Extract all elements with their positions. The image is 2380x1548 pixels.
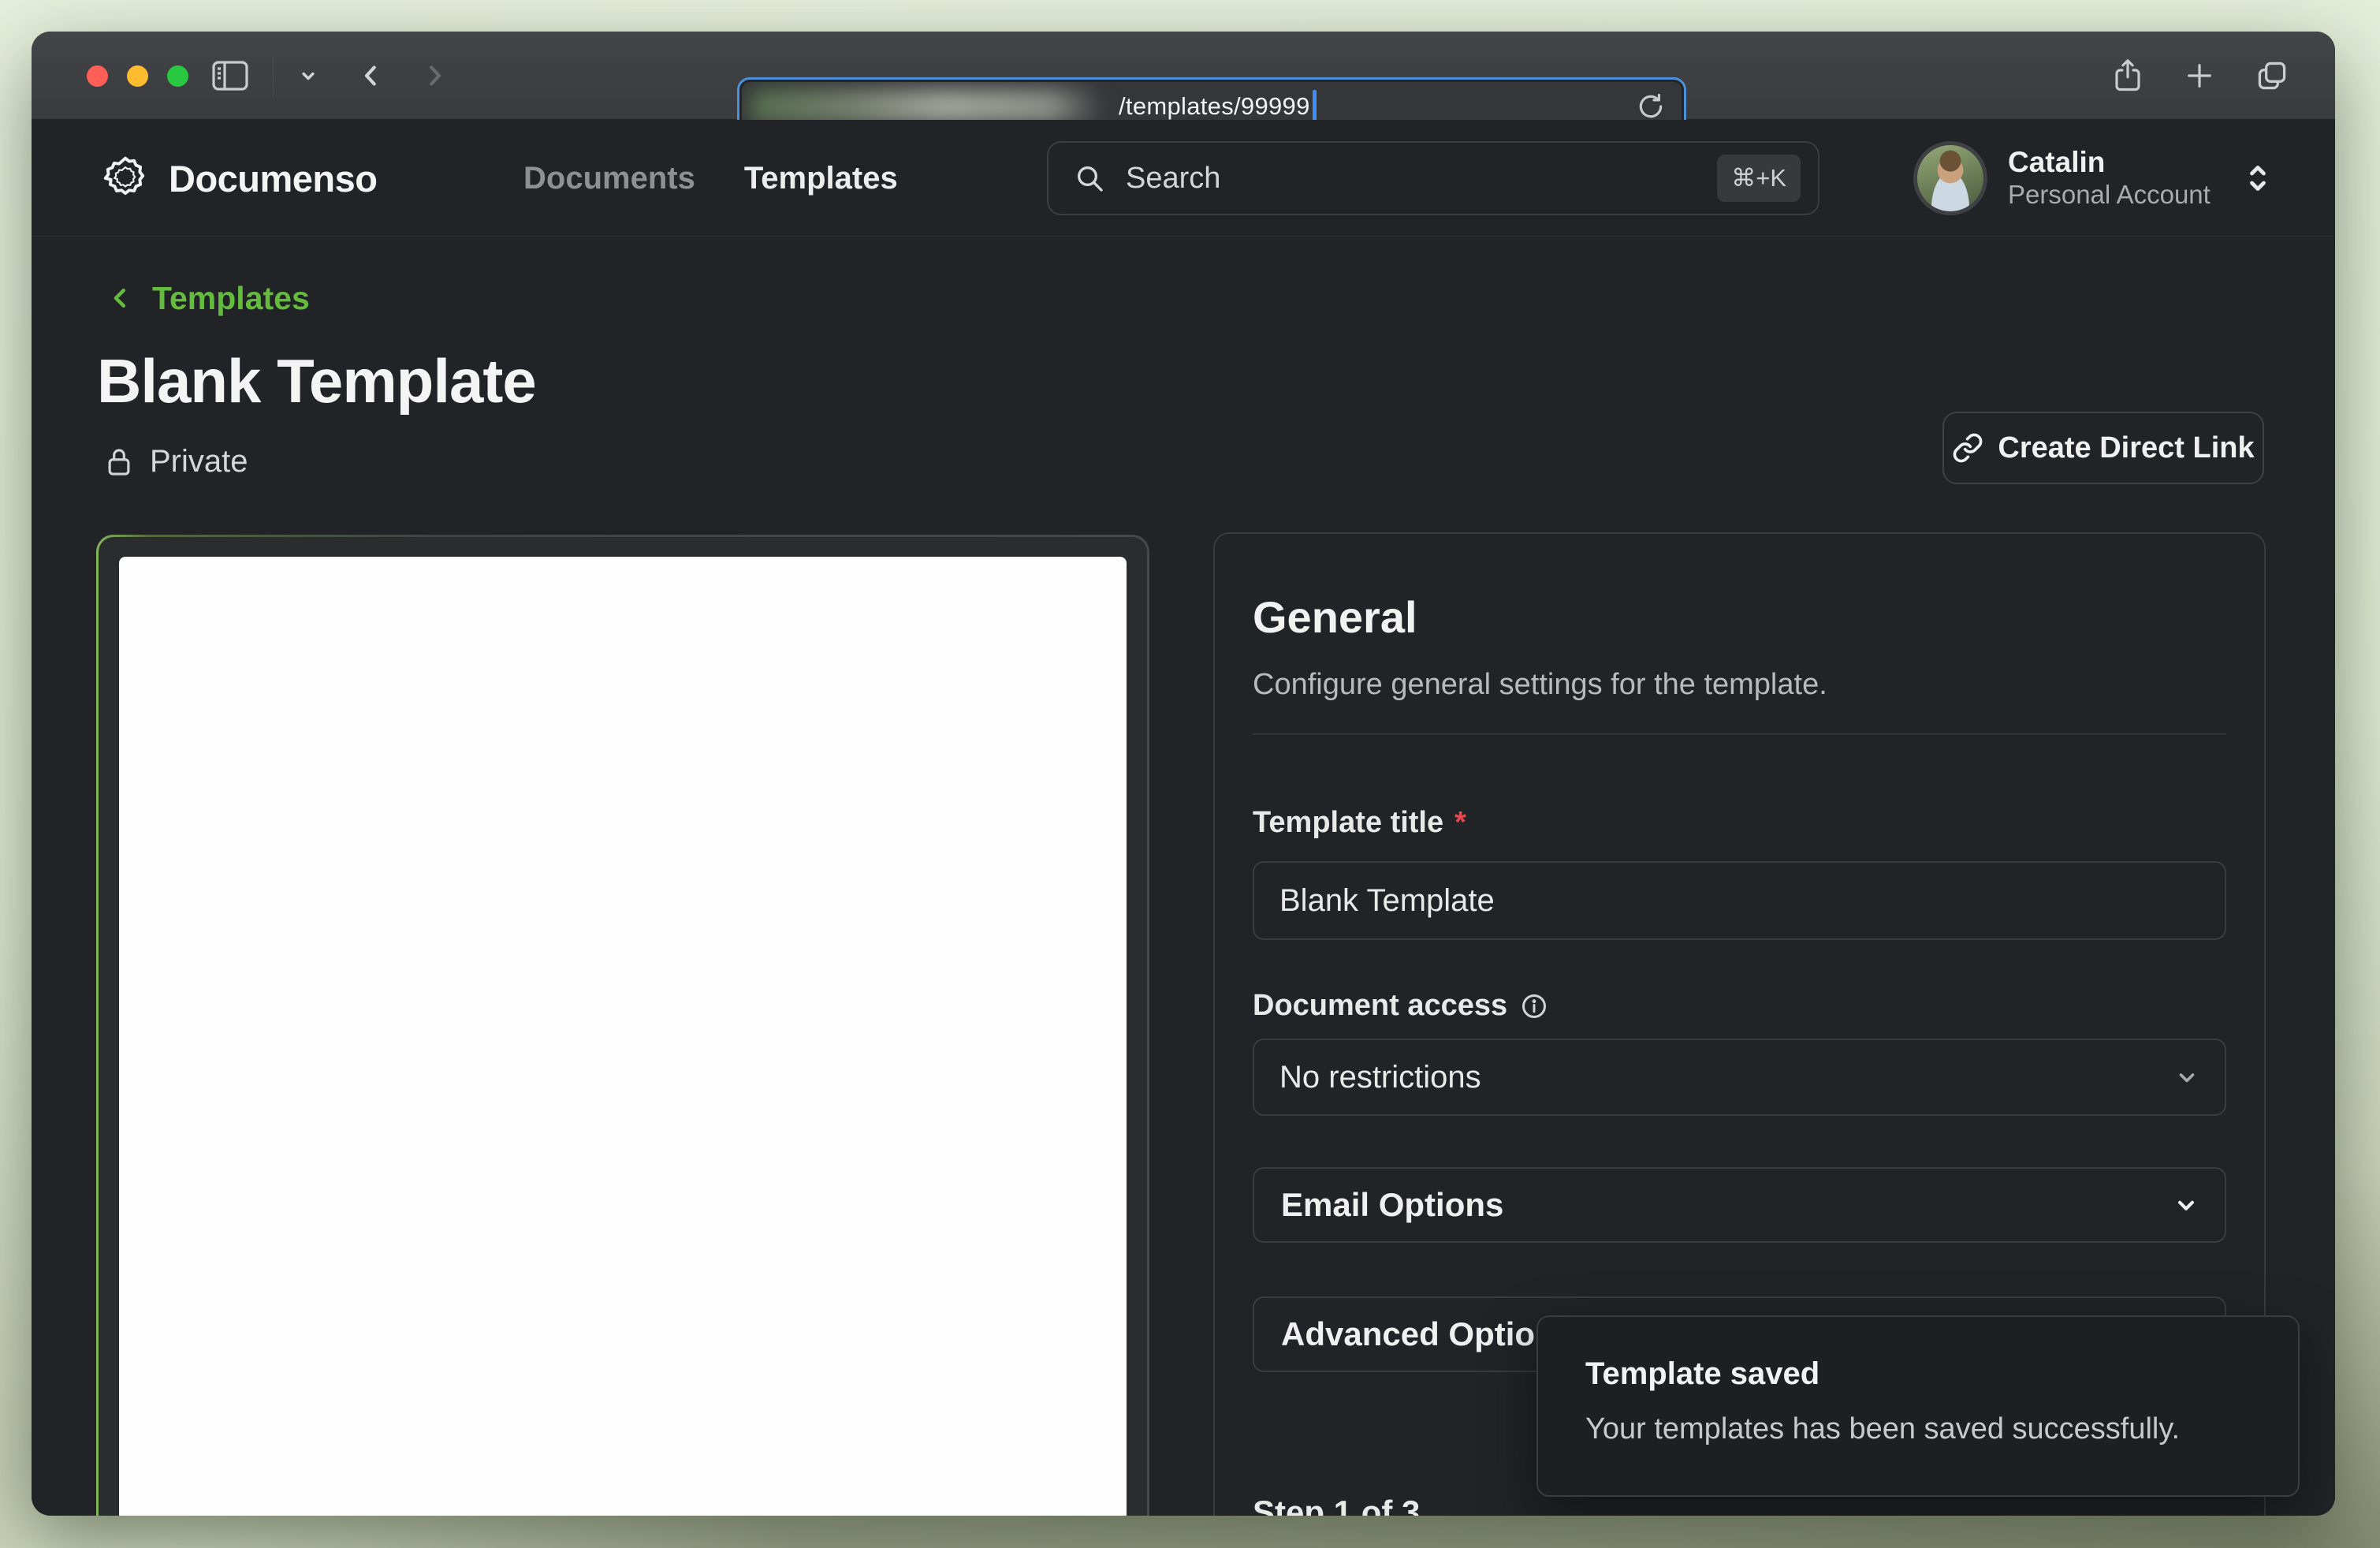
new-tab-button[interactable]	[2184, 60, 2215, 91]
step-indicator: Step 1 of 3	[1253, 1494, 1420, 1516]
panel-heading: General	[1253, 591, 1417, 643]
document-access-select[interactable]: No restrictions	[1253, 1039, 2226, 1116]
text-caret	[1313, 90, 1317, 123]
brand[interactable]: Documenso	[101, 120, 378, 237]
required-mark: *	[1454, 806, 1466, 840]
template-title-label: Template title *	[1253, 806, 1466, 840]
selector-icon	[2244, 161, 2272, 196]
toast-title: Template saved	[1585, 1356, 2251, 1392]
chevron-down-icon	[2173, 1063, 2201, 1091]
nav-templates[interactable]: Templates	[744, 161, 898, 196]
tab-overview-button[interactable]	[2255, 58, 2289, 93]
info-icon	[1520, 992, 1548, 1020]
link-icon	[1952, 432, 1983, 464]
browser-window: /templates/99999	[32, 32, 2335, 1516]
sidebar-toggle-button[interactable]	[211, 60, 249, 91]
create-direct-link-button[interactable]: Create Direct Link	[1942, 412, 2264, 484]
breadcrumb-back-icon	[106, 281, 135, 315]
toast-notification: Template saved Your templates has been s…	[1536, 1315, 2300, 1497]
search-shortcut-badge: ⌘+K	[1717, 155, 1801, 202]
back-button[interactable]	[357, 58, 385, 93]
documenso-logo-icon	[101, 154, 150, 203]
page-title: Blank Template	[97, 345, 536, 417]
panel-subheading: Configure general settings for the templ…	[1253, 668, 1827, 702]
visibility-row: Private	[104, 444, 248, 479]
visibility-label: Private	[150, 444, 248, 479]
lock-icon	[104, 445, 134, 479]
app-header: Documenso Documents Templates Search ⌘+K…	[32, 120, 2335, 237]
browser-toolbar: /templates/99999	[32, 32, 2335, 120]
breadcrumb-label: Templates	[152, 280, 310, 317]
toolbar-divider	[273, 54, 274, 97]
redacted-domain	[750, 89, 1103, 124]
search-box[interactable]: Search ⌘+K	[1047, 141, 1819, 215]
share-button[interactable]	[2111, 57, 2144, 95]
account-menu[interactable]: Catalin Personal Account	[1913, 120, 2272, 237]
minimize-window-button[interactable]	[127, 65, 148, 87]
chevron-down-icon	[2171, 1190, 2201, 1220]
document-page	[119, 557, 1127, 1516]
nav-documents[interactable]: Documents	[523, 161, 695, 196]
close-window-button[interactable]	[87, 65, 108, 87]
avatar	[1913, 141, 1987, 215]
window-controls	[87, 32, 188, 120]
account-name: Catalin	[2008, 146, 2211, 180]
document-preview-card	[96, 535, 1149, 1516]
search-placeholder: Search	[1126, 162, 1220, 196]
forward-button[interactable]	[420, 58, 449, 93]
document-access-label: Document access	[1253, 989, 1548, 1023]
template-title-input[interactable]	[1253, 861, 2226, 940]
search-icon	[1074, 162, 1105, 194]
divider	[1253, 733, 2226, 735]
desktop: /templates/99999	[0, 0, 2380, 1548]
zoom-window-button[interactable]	[167, 65, 188, 87]
brand-name: Documenso	[169, 157, 378, 200]
email-options-toggle[interactable]: Email Options	[1253, 1167, 2226, 1243]
account-type: Personal Account	[2008, 179, 2211, 211]
breadcrumb-back-link[interactable]: Templates	[106, 276, 310, 320]
chevron-down-icon[interactable]	[297, 65, 319, 87]
main-nav: Documents Templates	[523, 120, 898, 237]
toast-message: Your templates has been saved successful…	[1585, 1412, 2251, 1446]
